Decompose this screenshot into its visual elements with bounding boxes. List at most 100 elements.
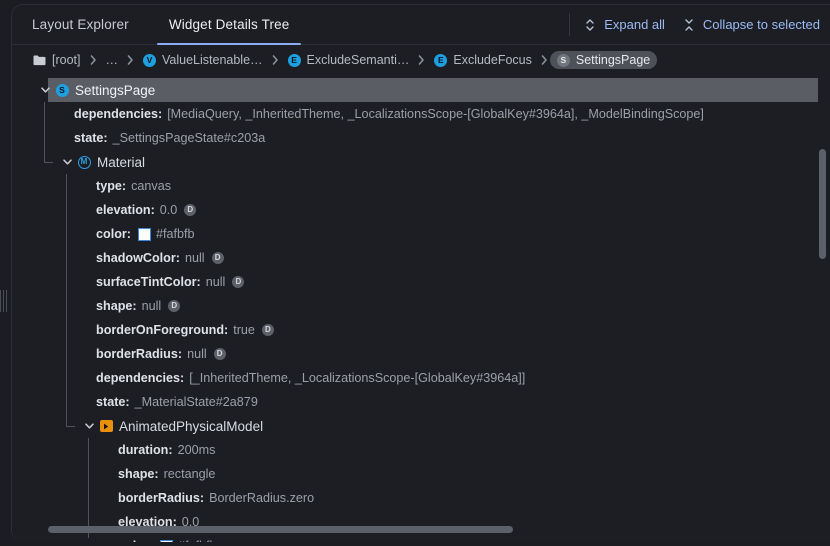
property-key: shape: — [96, 299, 137, 313]
chevron-right-icon — [539, 55, 550, 65]
tree-property-row[interactable]: borderOnForeground:trueD — [12, 318, 830, 342]
handle-line — [6, 290, 7, 312]
breadcrumb-item-1[interactable]: … — [99, 51, 126, 69]
breadcrumb-badge: E — [434, 54, 447, 67]
breadcrumb-badge: E — [288, 54, 301, 67]
tab-list: Layout Explorer Widget Details Tree — [12, 5, 309, 44]
property-key: elevation: — [118, 515, 177, 529]
property-key: shadowColor: — [96, 251, 180, 265]
property-value: #fafbfb — [156, 227, 195, 241]
handle-line — [3, 290, 4, 312]
panel-resize-handle[interactable] — [0, 287, 7, 315]
animated-widget-icon — [99, 419, 113, 433]
chevron-right-icon — [416, 55, 427, 65]
chevron-right-icon — [270, 55, 281, 65]
property-key: borderOnForeground: — [96, 323, 228, 337]
breadcrumb-label: ValueListenable… — [162, 53, 263, 67]
default-value-badge: D — [184, 204, 196, 216]
property-value: 0.0 — [182, 515, 200, 529]
tree-property-row[interactable]: shape: null D — [12, 294, 830, 318]
property-key: state: — [74, 131, 108, 145]
property-value: null — [206, 275, 226, 289]
default-value-badge: D — [232, 276, 244, 288]
expand-all-button[interactable]: Expand all — [584, 17, 665, 32]
property-value: null — [187, 347, 207, 361]
property-value: null — [142, 299, 162, 313]
default-value-badge: D — [212, 252, 224, 264]
property-key: type: — [96, 179, 126, 193]
tree-property-row[interactable]: dependencies: [_InheritedTheme, _Localiza… — [12, 366, 830, 390]
property-value: canvas — [131, 179, 171, 193]
stateful-widget-icon: S — [55, 83, 69, 97]
tree-property-row[interactable]: state: _MaterialState#2a879 — [12, 390, 830, 414]
tree-node-label: Material — [97, 155, 145, 170]
tree-toolbar: Expand all Collapse to selected — [570, 5, 830, 44]
chevron-down-icon[interactable] — [38, 83, 52, 97]
tree-guide-line — [44, 102, 45, 162]
default-value-badge: D — [262, 324, 274, 336]
breadcrumb-item-0[interactable]: [root] — [26, 51, 88, 69]
property-value: #fafbfb — [178, 539, 217, 542]
breadcrumb-item-5[interactable]: SSettingsPage — [550, 51, 657, 69]
property-value: 200ms — [178, 443, 216, 457]
tree-guide-line — [66, 174, 67, 426]
tree-property-row[interactable]: borderRadius:nullD — [12, 342, 830, 366]
property-value: _MaterialState#2a879 — [135, 395, 258, 409]
tree-guide-elbow — [44, 162, 53, 163]
property-key: surfaceTintColor: — [96, 275, 201, 289]
breadcrumb-badge: S — [557, 54, 570, 67]
tab-label: Layout Explorer — [32, 17, 129, 32]
tree-property-row[interactable]: state:_SettingsPageState#c203a — [12, 126, 830, 150]
tree-node-row[interactable]: S SettingsPage — [12, 78, 830, 102]
tree-node-label: AnimatedPhysicalModel — [119, 419, 263, 434]
breadcrumb-item-4[interactable]: EExcludeFocus — [427, 51, 539, 69]
tab-bar: Layout Explorer Widget Details Tree Expa… — [12, 5, 830, 45]
property-key: elevation: — [96, 203, 155, 217]
tree-property-row[interactable]: borderRadius:BorderRadius.zero — [12, 486, 830, 510]
property-value: rectangle — [164, 467, 216, 481]
tree-property-row[interactable]: surfaceTintColor: null D — [12, 270, 830, 294]
tree-scroll-area[interactable]: SSettingsPagedependencies:[MediaQuery, _… — [12, 75, 830, 542]
tab-bar-spacer — [309, 5, 569, 44]
color-swatch — [160, 540, 173, 543]
breadcrumb-item-2[interactable]: V ValueListenable… — [136, 51, 270, 69]
expand-all-label: Expand all — [604, 17, 665, 32]
widget-details-tree: SSettingsPagedependencies:[MediaQuery, _… — [12, 75, 830, 542]
tree-property-row[interactable]: shape:rectangle — [12, 462, 830, 486]
material-widget-icon: M — [77, 155, 91, 169]
vertical-scrollbar[interactable] — [819, 149, 826, 259]
tab-layout-explorer[interactable]: Layout Explorer — [12, 5, 149, 44]
property-value: [_InheritedTheme, _LocalizationsScope-[G… — [189, 371, 525, 385]
tree-node-row[interactable]: AnimatedPhysicalModel — [12, 414, 830, 438]
breadcrumb-label: [root] — [52, 53, 81, 67]
collapse-to-selected-label: Collapse to selected — [703, 17, 820, 32]
folder-icon — [33, 55, 46, 66]
property-key: state: — [96, 395, 130, 409]
property-key: dependencies: — [96, 371, 184, 385]
chevron-down-icon[interactable] — [82, 419, 96, 433]
property-value: null — [185, 251, 205, 265]
property-key: color: — [96, 227, 131, 241]
property-value: 0.0 — [160, 203, 178, 217]
breadcrumb-item-3[interactable]: EExcludeSemanti… — [281, 51, 417, 69]
breadcrumb-badge: V — [143, 54, 156, 67]
property-value: [MediaQuery, _InheritedTheme, _Localizat… — [167, 107, 704, 121]
tab-widget-details-tree[interactable]: Widget Details Tree — [149, 5, 310, 44]
handle-line — [0, 290, 1, 312]
tree-node-row[interactable]: M Material — [12, 150, 830, 174]
tree-property-row[interactable]: dependencies:[MediaQuery, _InheritedThem… — [12, 102, 830, 126]
default-value-badge: D — [168, 300, 180, 312]
tree-property-row[interactable]: shadowColor: null D — [12, 246, 830, 270]
expand-vertical-icon — [584, 18, 596, 32]
tree-property-row[interactable]: elevation: 0.0 D — [12, 198, 830, 222]
tree-property-row[interactable]: color: #fafbfb — [12, 222, 830, 246]
tree-node-label: SettingsPage — [75, 83, 155, 98]
property-value: BorderRadius.zero — [209, 491, 314, 505]
collapse-to-selected-button[interactable]: Collapse to selected — [683, 17, 820, 32]
tree-property-row[interactable]: type: canvas — [12, 174, 830, 198]
property-key: color: — [118, 539, 153, 542]
chevron-down-icon[interactable] — [60, 155, 74, 169]
color-swatch — [138, 228, 151, 241]
property-key: borderRadius: — [96, 347, 182, 361]
tree-property-row[interactable]: duration:200ms — [12, 438, 830, 462]
